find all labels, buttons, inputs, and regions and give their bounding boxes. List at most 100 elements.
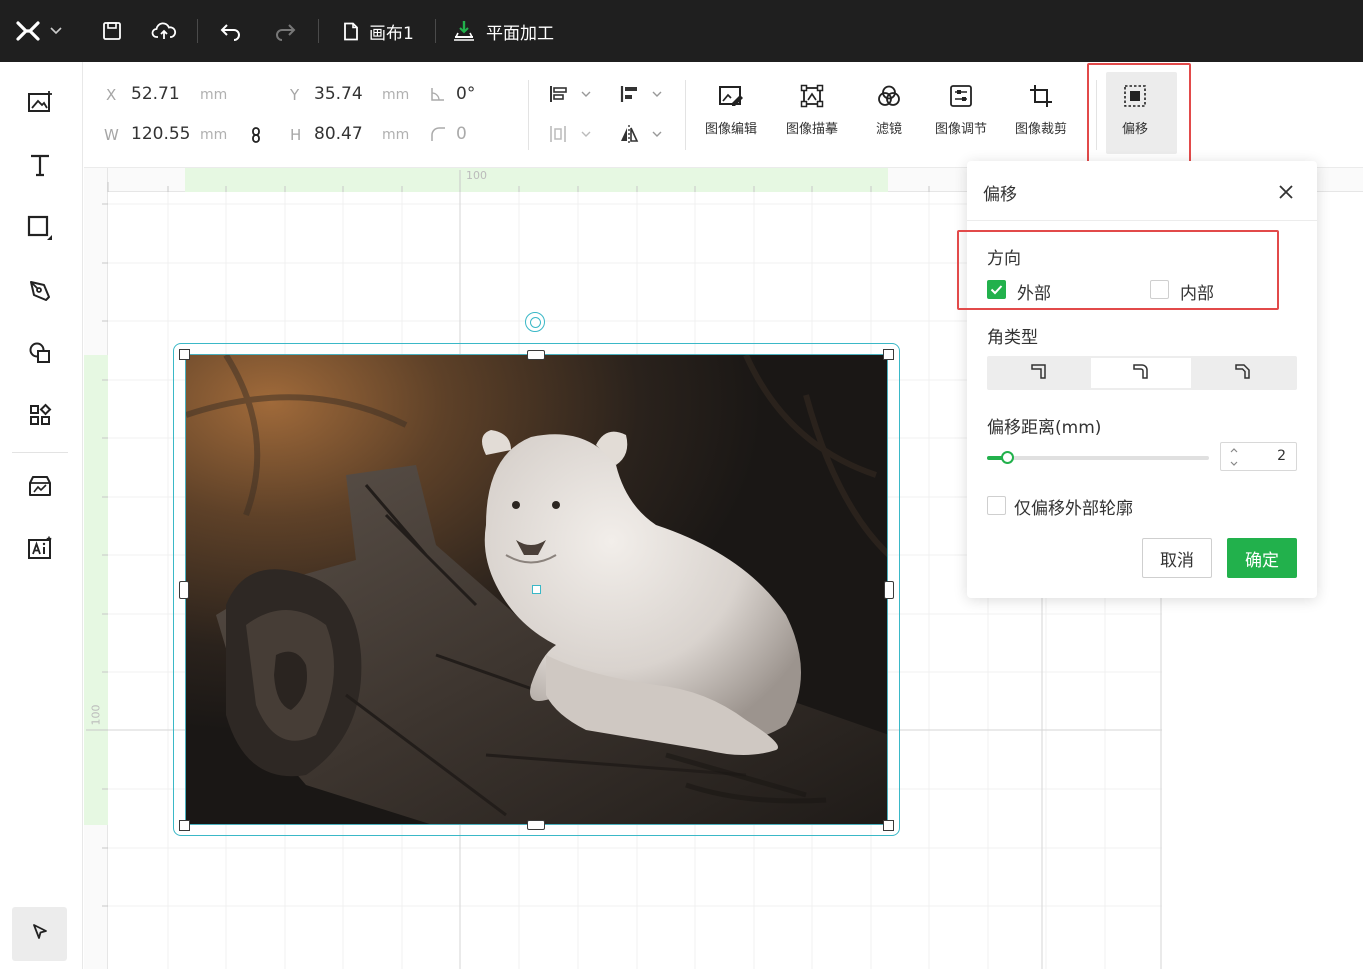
h-input[interactable]: 80.47 bbox=[314, 124, 363, 144]
cloud-upload-button[interactable] bbox=[151, 0, 177, 62]
offset-dialog: 偏移 方向 外部 内部 角类型 偏移距离(mm) 2 仅偏移外部轮廓 取消 确定 bbox=[967, 161, 1317, 598]
document-title-text: 画布1 bbox=[369, 23, 414, 44]
stepper-arrows-icon[interactable] bbox=[1229, 445, 1239, 473]
filter-button[interactable]: 滤镜 bbox=[876, 84, 902, 137]
x-label: X bbox=[106, 86, 117, 104]
offset-distance-stepper[interactable]: 2 bbox=[1220, 442, 1297, 471]
select-tool[interactable] bbox=[12, 907, 67, 961]
save-icon bbox=[101, 20, 123, 42]
lock-ratio-toggle[interactable] bbox=[250, 126, 262, 149]
rotation-angle-icon bbox=[430, 86, 446, 107]
top-bar: 画布1 平面加工 bbox=[0, 0, 1363, 62]
add-image-tool[interactable] bbox=[20, 84, 60, 124]
pen-tool[interactable] bbox=[20, 273, 60, 313]
corner-radius-icon bbox=[430, 126, 446, 147]
rotation-input[interactable]: 0° bbox=[456, 84, 475, 104]
cancel-button[interactable]: 取消 bbox=[1142, 538, 1212, 578]
image-trace-label: 图像描摹 bbox=[786, 122, 839, 137]
image-crop-button[interactable]: 图像裁剪 bbox=[1015, 84, 1067, 137]
image-trace-button[interactable]: 图像描摹 bbox=[786, 84, 838, 137]
resize-handle-top-right[interactable] bbox=[883, 349, 894, 360]
offset-highlight-box bbox=[1087, 63, 1191, 165]
image-adjust-label: 图像调节 bbox=[935, 122, 988, 137]
resize-handle-right[interactable] bbox=[884, 581, 894, 599]
corner-miter-option[interactable] bbox=[989, 358, 1089, 388]
direction-highlight-box bbox=[957, 230, 1279, 310]
elements-tool[interactable] bbox=[20, 335, 60, 375]
offset-distance-label: 偏移距离(mm) bbox=[987, 418, 1102, 438]
flip-dropdown[interactable] bbox=[619, 124, 665, 149]
cursor-arrow-icon bbox=[30, 922, 50, 946]
corner-bevel-icon bbox=[1233, 361, 1253, 385]
resize-handle-top[interactable] bbox=[527, 350, 545, 360]
close-icon bbox=[1275, 185, 1297, 207]
image-add-icon bbox=[27, 90, 53, 118]
y-label: Y bbox=[290, 86, 300, 104]
corner-round-option[interactable] bbox=[1091, 358, 1191, 388]
toolbar-divider bbox=[435, 19, 436, 43]
crop-icon bbox=[1029, 84, 1053, 112]
distribute-dropdown[interactable] bbox=[548, 124, 594, 149]
ruler-ticks-v bbox=[86, 203, 108, 907]
filter-label: 滤镜 bbox=[876, 122, 903, 137]
material-library-tool[interactable] bbox=[20, 468, 60, 508]
toolbar-divider bbox=[685, 80, 686, 150]
filter-icon bbox=[877, 84, 901, 112]
w-input[interactable]: 120.55 bbox=[131, 124, 190, 144]
dialog-title: 偏移 bbox=[983, 185, 1017, 205]
undo-icon bbox=[219, 21, 243, 41]
h-unit: mm bbox=[382, 127, 410, 143]
outer-contour-only-checkbox[interactable] bbox=[987, 496, 1006, 515]
corner-bevel-option[interactable] bbox=[1193, 358, 1293, 388]
image-edit-icon bbox=[718, 84, 744, 112]
processing-mode-text: 平面加工 bbox=[486, 23, 554, 44]
app-logo-menu[interactable] bbox=[16, 0, 62, 62]
sliders-icon bbox=[949, 84, 973, 112]
image-crop-label: 图像裁剪 bbox=[1015, 122, 1068, 137]
sidebar-divider bbox=[12, 452, 68, 453]
dialog-header: 偏移 bbox=[967, 161, 1317, 221]
ok-button[interactable]: 确定 bbox=[1227, 538, 1297, 578]
rectangle-icon bbox=[27, 215, 53, 245]
laser-engrave-icon bbox=[452, 19, 476, 43]
ai-icon bbox=[27, 536, 53, 564]
save-button[interactable] bbox=[101, 0, 123, 62]
image-edit-button[interactable]: 图像编辑 bbox=[705, 84, 757, 137]
toolbar-divider bbox=[197, 19, 198, 43]
rotate-handle[interactable] bbox=[525, 312, 545, 332]
pen-icon bbox=[28, 279, 52, 307]
resize-handle-bottom[interactable] bbox=[527, 820, 545, 830]
arrange-dropdown[interactable] bbox=[619, 84, 665, 109]
close-button[interactable] bbox=[1275, 181, 1297, 203]
offset-distance-slider-track[interactable] bbox=[987, 456, 1209, 460]
image-edit-label: 图像编辑 bbox=[705, 122, 758, 137]
align-dropdown[interactable] bbox=[548, 84, 594, 109]
w-label: W bbox=[104, 126, 119, 144]
cloud-upload-icon bbox=[151, 20, 177, 42]
offset-distance-value[interactable]: 2 bbox=[1277, 448, 1286, 464]
shape-tool[interactable] bbox=[20, 210, 60, 250]
outer-contour-only-label[interactable]: 仅偏移外部轮廓 bbox=[1014, 494, 1133, 519]
ai-image-tool[interactable] bbox=[20, 530, 60, 570]
x-input[interactable]: 52.71 bbox=[131, 84, 180, 104]
resize-handle-top-left[interactable] bbox=[179, 349, 190, 360]
undo-button[interactable] bbox=[219, 0, 243, 62]
toolbar-divider bbox=[318, 19, 319, 43]
corner-round-icon bbox=[1131, 361, 1151, 385]
corner-type-label: 角类型 bbox=[987, 328, 1038, 348]
h-label: H bbox=[290, 126, 302, 144]
center-point-handle[interactable] bbox=[532, 585, 541, 594]
resize-handle-bottom-right[interactable] bbox=[883, 820, 894, 831]
image-adjust-button[interactable]: 图像调节 bbox=[935, 84, 987, 137]
corner-radius-input[interactable]: 0 bbox=[456, 124, 467, 144]
resize-handle-bottom-left[interactable] bbox=[179, 820, 190, 831]
y-input[interactable]: 35.74 bbox=[314, 84, 363, 104]
resize-handle-left[interactable] bbox=[179, 581, 189, 599]
apps-tool[interactable] bbox=[20, 397, 60, 437]
redo-button[interactable] bbox=[273, 0, 297, 62]
processing-mode[interactable]: 平面加工 bbox=[452, 0, 554, 62]
app-logo-icon bbox=[16, 21, 40, 41]
text-tool[interactable] bbox=[20, 147, 60, 187]
offset-distance-slider-knob[interactable] bbox=[1001, 451, 1014, 464]
document-title[interactable]: 画布1 bbox=[343, 0, 414, 62]
